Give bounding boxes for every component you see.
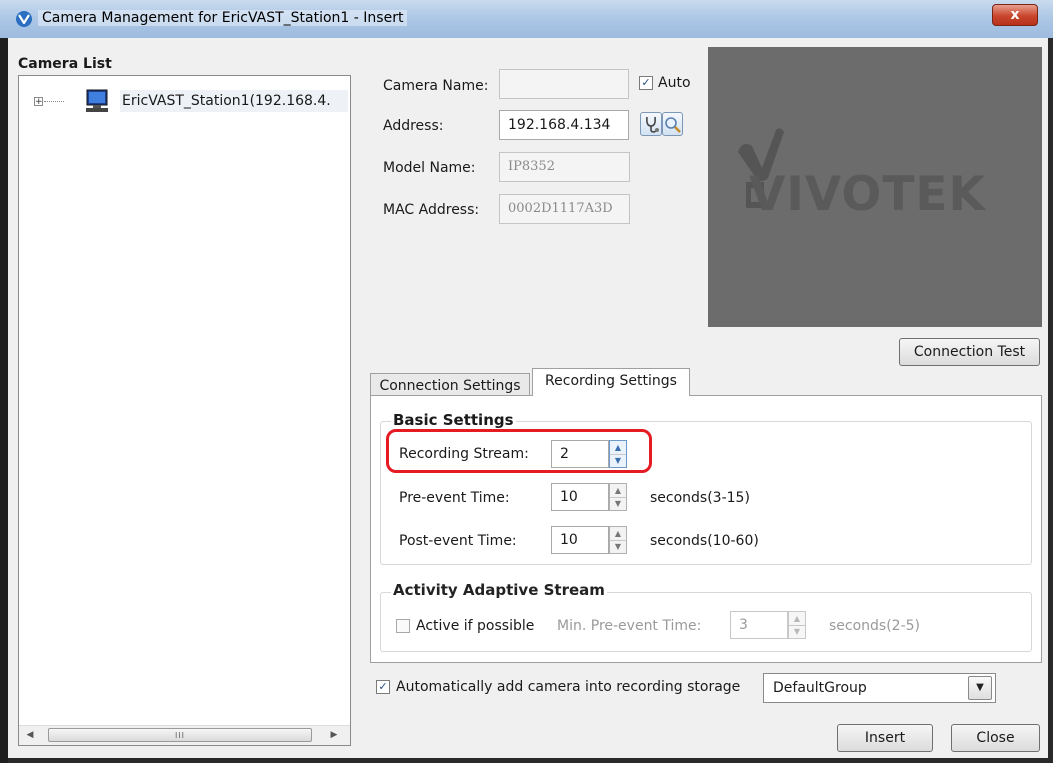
tree-connector — [44, 101, 64, 102]
camera-name-field[interactable] — [499, 69, 629, 99]
active-if-possible-checkbox[interactable] — [396, 619, 410, 633]
min-pre-event-input[interactable]: 3 — [730, 611, 788, 639]
insert-button[interactable]: Insert — [837, 724, 933, 752]
spin-up-icon[interactable]: ▲ — [610, 527, 626, 541]
search-icon — [665, 117, 681, 133]
camera-list-title: Camera List — [18, 56, 112, 72]
post-event-input[interactable]: 10 — [551, 526, 609, 554]
group-select-value: DefaultGroup — [773, 680, 867, 696]
tab-connection-settings[interactable]: Connection Settings — [370, 373, 530, 397]
spin-down-icon[interactable]: ▼ — [610, 497, 626, 510]
pre-event-unit: seconds(3-15) — [650, 490, 750, 506]
stethoscope-icon — [646, 116, 659, 133]
pre-event-label: Pre-event Time: — [399, 490, 510, 506]
spin-up-icon[interactable]: ▲ — [789, 612, 805, 626]
post-event-spinner[interactable]: ▲ ▼ — [609, 526, 627, 554]
tree-item-station[interactable]: EricVAST_Station1(192.168.4. — [120, 90, 348, 112]
network-search-button[interactable] — [640, 112, 662, 136]
auto-label: Auto — [658, 75, 691, 91]
window-close-button[interactable]: x — [992, 4, 1038, 26]
min-pre-event-spinner[interactable]: ▲ ▼ — [788, 611, 806, 639]
spin-down-icon[interactable]: ▼ — [610, 540, 626, 553]
active-if-possible-label: Active if possible — [416, 618, 535, 634]
tab-recording-settings[interactable]: Recording Settings — [532, 368, 690, 396]
background-edge — [0, 38, 8, 763]
auto-checkbox[interactable]: ✓ — [639, 76, 653, 90]
min-pre-event-unit: seconds(2-5) — [829, 618, 921, 634]
pre-event-spinner[interactable]: ▲ ▼ — [609, 483, 627, 511]
search-button[interactable] — [662, 112, 683, 136]
basic-settings-title: Basic Settings — [391, 411, 516, 429]
post-event-unit: seconds(10-60) — [650, 533, 759, 549]
window-title: Camera Management for EricVAST_Station1 … — [38, 10, 408, 26]
activity-adaptive-title: Activity Adaptive Stream — [391, 581, 607, 599]
expand-icon[interactable]: + — [34, 97, 43, 107]
scroll-right-icon[interactable]: ▶ — [328, 729, 340, 741]
spin-up-icon[interactable]: ▲ — [610, 484, 626, 498]
mac-address-label: MAC Address: — [383, 202, 480, 218]
mac-address-field: 0002D1117A3D — [499, 194, 630, 224]
min-pre-event-label: Min. Pre-event Time: — [557, 618, 702, 634]
address-label: Address: — [383, 118, 444, 134]
close-button[interactable]: Close — [951, 724, 1040, 752]
highlight-annotation — [386, 429, 652, 473]
scroll-left-icon[interactable]: ◀ — [24, 729, 36, 741]
computer-icon — [84, 89, 110, 113]
connection-test-button[interactable]: Connection Test — [899, 338, 1040, 366]
post-event-label: Post-event Time: — [399, 533, 517, 549]
scroll-thumb[interactable]: III — [48, 728, 312, 742]
chevron-down-icon[interactable]: ▼ — [968, 676, 992, 700]
spin-down-icon[interactable]: ▼ — [789, 625, 805, 638]
camera-name-label: Camera Name: — [383, 78, 489, 94]
camera-list-tree[interactable] — [18, 75, 351, 746]
address-field[interactable]: 192.168.4.134 — [499, 110, 629, 140]
app-logo-icon — [16, 11, 32, 27]
auto-add-label: Automatically add camera into recording … — [396, 679, 741, 695]
vivotek-logo: VIVOTEK — [749, 167, 986, 222]
model-name-label: Model Name: — [383, 160, 476, 176]
model-name-field: IP8352 — [499, 152, 630, 182]
active-tab-join — [533, 394, 689, 397]
pre-event-input[interactable]: 10 — [551, 483, 609, 511]
auto-add-checkbox[interactable]: ✓ — [376, 680, 390, 694]
